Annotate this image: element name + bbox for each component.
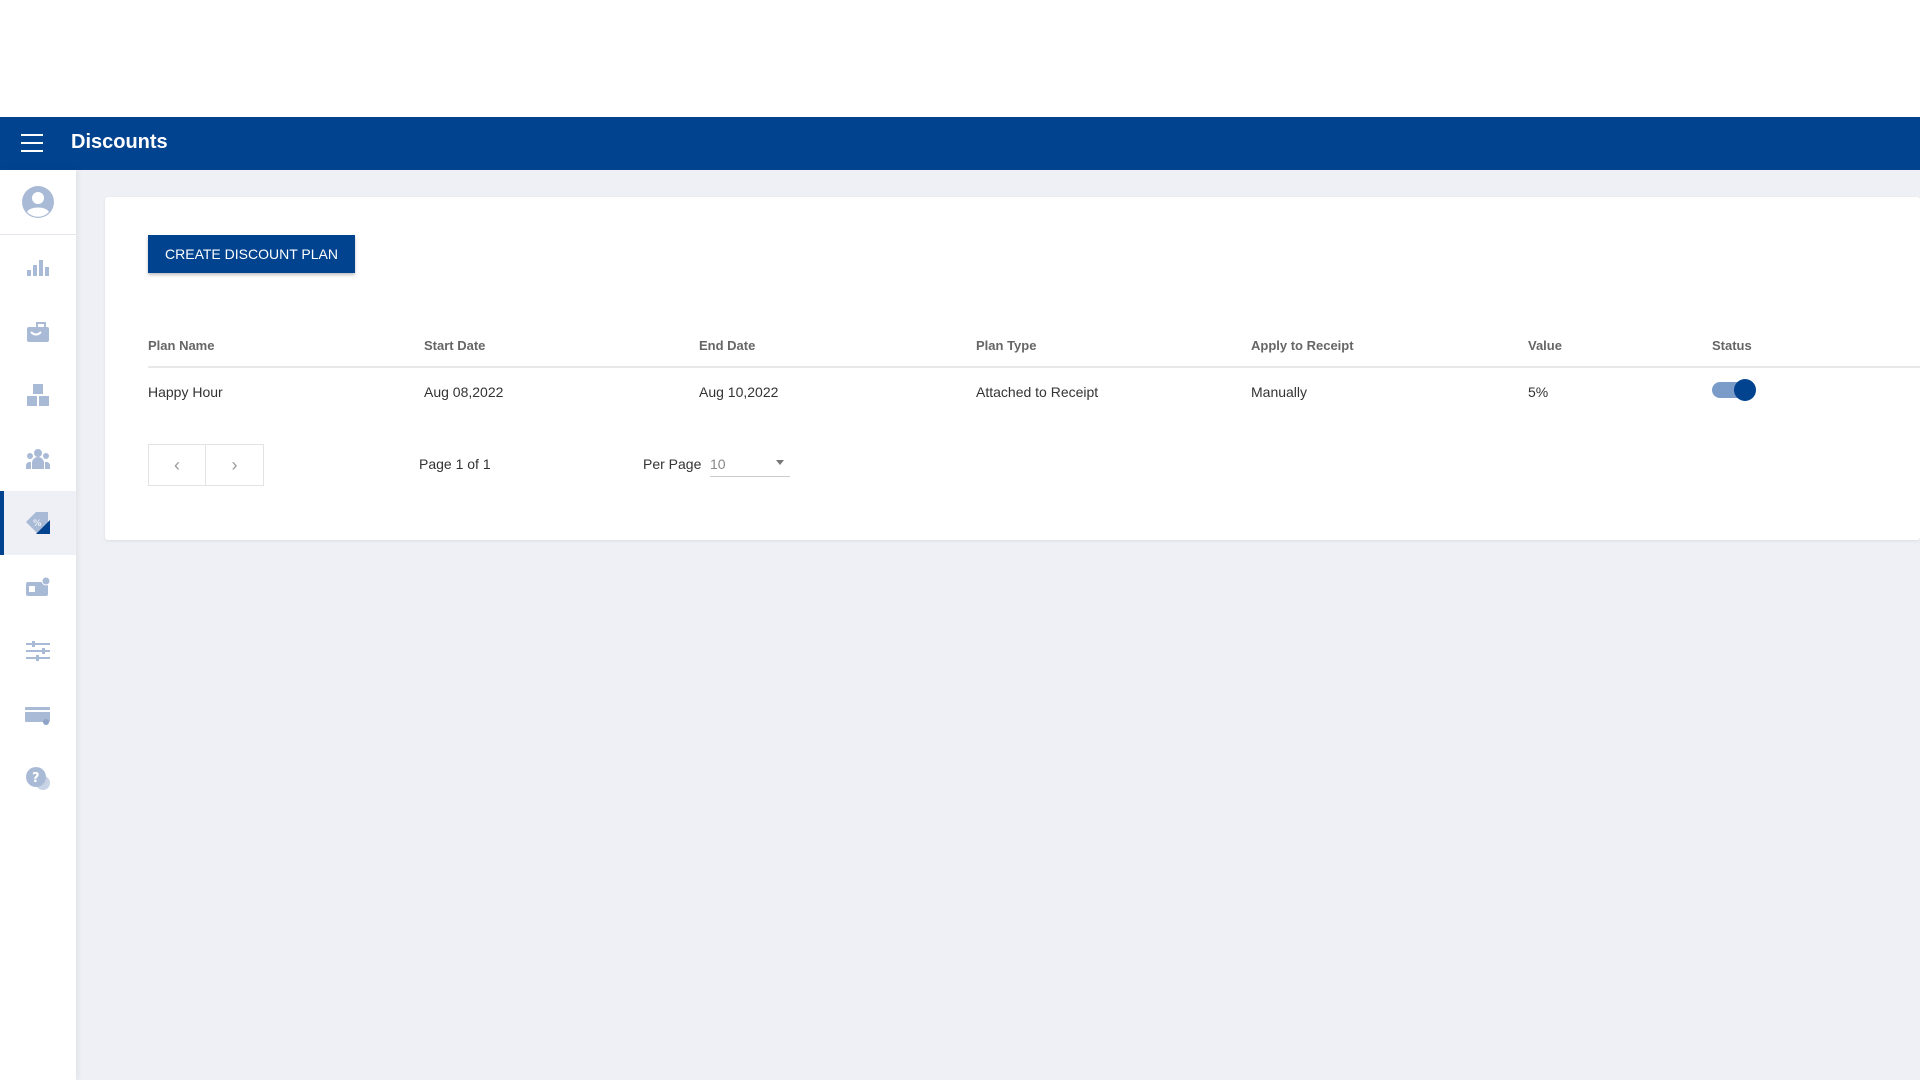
sidebar-item-reports[interactable] (0, 235, 76, 299)
sidebar: % ? (0, 170, 76, 1080)
help-chat-icon: ? (26, 767, 50, 790)
table-header-divider (148, 366, 1920, 368)
payment-card-icon (25, 707, 50, 725)
pagination-buttons: ‹ › (148, 444, 264, 486)
menu-icon[interactable] (21, 134, 43, 154)
discount-tag-icon: % (26, 512, 50, 534)
column-header-status[interactable]: Status (1712, 338, 1752, 353)
svg-text:%: % (33, 519, 42, 529)
column-header-plan-name[interactable]: Plan Name (148, 338, 214, 353)
cell-plan-type: Attached to Receipt (976, 384, 1099, 400)
column-header-start-date[interactable]: Start Date (424, 338, 485, 353)
user-avatar[interactable] (0, 170, 76, 235)
column-header-apply-to-receipt[interactable]: Apply to Receipt (1251, 338, 1354, 353)
bar-chart-icon (27, 260, 49, 276)
status-toggle[interactable] (1712, 379, 1756, 401)
blank-area (0, 0, 1920, 117)
column-header-value[interactable]: Value (1528, 338, 1562, 353)
shopping-bag-icon (27, 322, 49, 342)
sidebar-item-loyalty[interactable] (0, 555, 76, 619)
cell-start-date: Aug 08,2022 (424, 384, 504, 400)
svg-text:?: ? (32, 771, 40, 786)
page-info: Page 1 of 1 (419, 456, 491, 472)
sidebar-item-help[interactable]: ? (0, 747, 76, 811)
prev-page-button[interactable]: ‹ (148, 444, 206, 486)
cell-apply-to-receipt: Manually (1251, 384, 1308, 400)
sidebar-item-settings[interactable] (0, 619, 76, 683)
boxes-icon (27, 384, 49, 406)
cell-end-date: Aug 10,2022 (699, 384, 779, 400)
sidebar-item-inventory[interactable] (0, 363, 76, 427)
create-discount-plan-button[interactable]: CREATE DISCOUNT PLAN (148, 235, 355, 273)
per-page-label: Per Page (643, 456, 702, 472)
per-page-select[interactable]: 10 (710, 452, 790, 477)
sidebar-item-payments[interactable] (0, 683, 76, 747)
page-title: Discounts (71, 131, 168, 153)
toggle-knob (1734, 379, 1756, 401)
user-avatar-icon (22, 186, 54, 218)
per-page-value: 10 (710, 456, 726, 472)
column-header-end-date[interactable]: End Date (699, 338, 755, 353)
id-card-icon (26, 576, 51, 596)
cell-plan-name[interactable]: Happy Hour (148, 384, 223, 400)
discount-plans-card: CREATE DISCOUNT PLAN Plan Name Start Dat… (105, 197, 1920, 540)
column-header-plan-type[interactable]: Plan Type (976, 338, 1036, 353)
sidebar-item-discounts[interactable]: % (0, 491, 76, 555)
sidebar-item-sales[interactable] (0, 299, 76, 363)
next-page-button[interactable]: › (206, 444, 264, 486)
dropdown-arrow-icon (776, 460, 784, 465)
sliders-icon (26, 641, 50, 661)
sidebar-item-customers[interactable] (0, 427, 76, 491)
people-icon (26, 449, 50, 469)
cell-value: 5% (1528, 384, 1549, 400)
app-header: Discounts (0, 117, 1920, 170)
